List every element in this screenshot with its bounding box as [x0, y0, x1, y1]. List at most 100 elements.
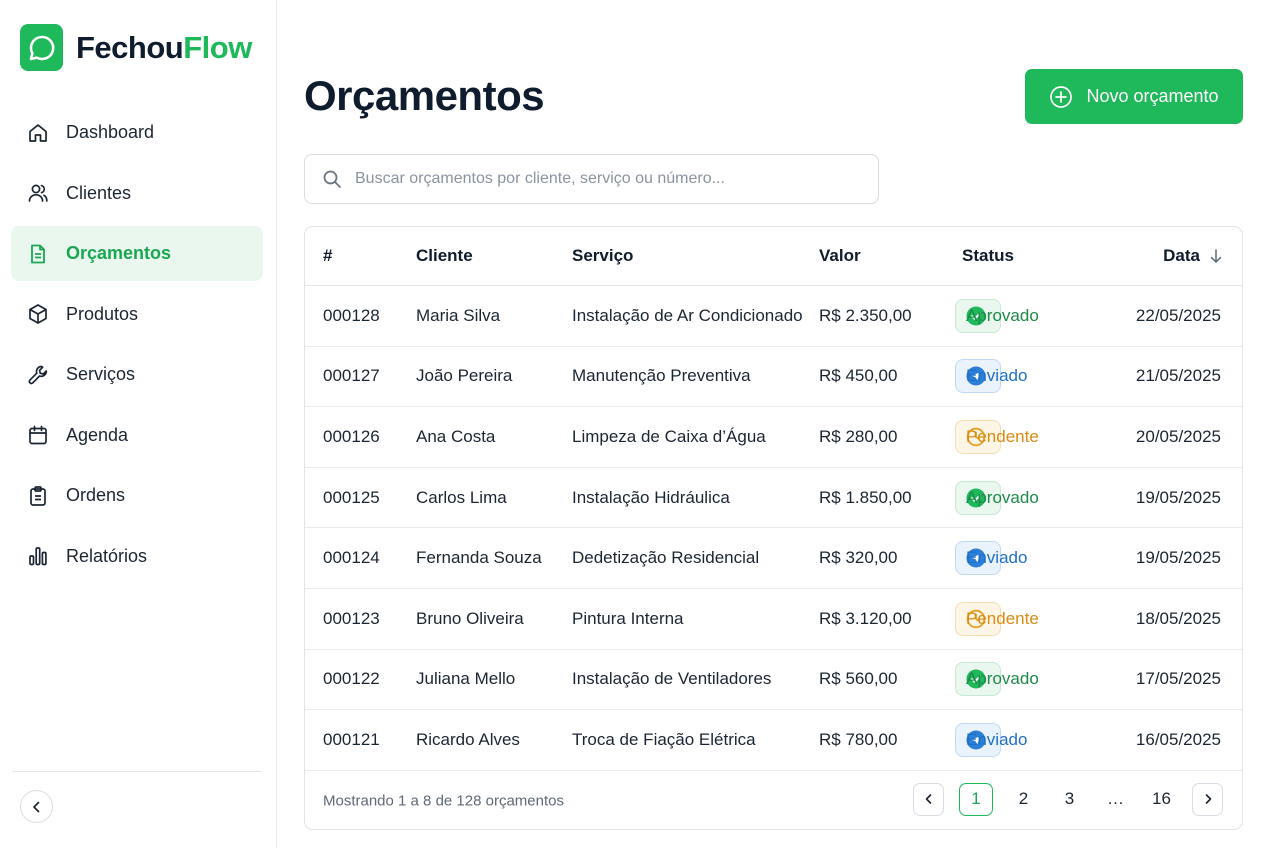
pagination: 1 2 3 … 16 [898, 782, 1223, 816]
sidebar-item-label: Agenda [66, 424, 129, 445]
sidebar-item-label: Serviços [66, 364, 136, 384]
table-row[interactable]: 000126 Ana Costa Limpeza de Caixa d’Água R$… [305, 407, 1242, 468]
bar-chart-icon [25, 543, 51, 569]
cell-number: 000126 [323, 426, 380, 446]
cell-valor: R$ 560,00 [819, 669, 898, 689]
sidebar-item-orcamentos[interactable]: Orçamentos [11, 226, 263, 281]
cell-number: 000121 [323, 729, 380, 749]
cell-valor: R$ 3.120,00 [819, 608, 912, 628]
table-row[interactable]: 000122 Juliana Mello Instalação de Ventila… [305, 650, 1242, 711]
new-quote-button-label: Novo orçamento [1086, 86, 1219, 106]
cell-cliente: Maria Silva [416, 305, 501, 325]
collapse-sidebar-button[interactable] [20, 790, 53, 823]
status-badge: Aprovado [955, 298, 1039, 333]
table-row[interactable]: 000124 Fernanda Souza Dedetização Residenc… [305, 528, 1242, 589]
status-badge-label: Aprovado [966, 487, 1039, 507]
quotes-table: # Cliente Serviço Valor Status Data 0001… [304, 226, 1243, 830]
cell-cliente: Ricardo Alves [416, 729, 520, 749]
cell-cliente: Bruno Oliveira [416, 608, 524, 628]
sidebar-item-ordens[interactable]: Ordens [11, 468, 263, 523]
sidebar-item-clientes[interactable]: Clientes [11, 166, 263, 221]
status-badge: Pendente [955, 601, 1039, 636]
table-header: # Cliente Serviço Valor Status Data [305, 227, 1242, 286]
status-badge-label: Enviado [966, 729, 1028, 749]
table-row[interactable]: 000128 Maria Silva Instalação de Ar Condic… [305, 286, 1242, 347]
clipboard-icon [25, 483, 51, 509]
status-badge: Enviado [955, 359, 1027, 394]
status-badge-label: Enviado [966, 548, 1028, 568]
cell-valor: R$ 280,00 [819, 426, 898, 446]
sidebar-item-label: Produtos [66, 303, 139, 324]
sidebar-item-relatorios[interactable]: Relatórios [11, 529, 263, 584]
status-badge: Enviado [955, 722, 1027, 757]
sidebar-item-agenda[interactable]: Agenda [11, 408, 263, 463]
status-badge: Aprovado [955, 480, 1039, 515]
cell-cliente: Juliana Mello [416, 669, 516, 689]
brand[interactable]: FechouFlow [20, 24, 252, 71]
cell-cliente: Ana Costa [416, 426, 496, 446]
sidebar-item-dashboard[interactable]: Dashboard [11, 105, 263, 160]
search-input[interactable] [355, 170, 855, 188]
cell-valor: R$ 1.850,00 [819, 487, 912, 507]
cell-servico: Pintura Interna [572, 608, 684, 628]
cell-number: 000128 [323, 305, 380, 325]
cell-servico: Instalação Hidráulica [572, 487, 730, 507]
document-icon [25, 241, 51, 267]
cell-servico: Troca de Fiação Elétrica [572, 729, 756, 749]
search-icon [323, 170, 341, 188]
column-header-cliente[interactable]: Cliente [416, 246, 473, 266]
cell-valor: R$ 2.350,00 [819, 305, 912, 325]
cell-servico: Instalação de Ar Condicionado [572, 305, 803, 325]
chevron-right-icon [1205, 794, 1211, 805]
sidebar: FechouFlow Dashboard Clientes Orçamentos… [0, 0, 277, 848]
sidebar-divider [12, 771, 261, 772]
page-ellipsis: … [1107, 789, 1124, 809]
brand-name: FechouFlow [76, 29, 252, 65]
status-badge: Aprovado [955, 662, 1039, 697]
cell-valor: R$ 780,00 [819, 729, 898, 749]
sidebar-nav: Dashboard Clientes Orçamentos Produtos S… [11, 105, 263, 589]
table-row[interactable]: 000123 Bruno Oliveira Pintura Interna R$ 3.… [305, 589, 1242, 650]
column-header-servico[interactable]: Serviço [572, 246, 633, 266]
sidebar-item-label: Ordens [66, 485, 126, 505]
page-title: Orçamentos [304, 72, 545, 119]
users-icon [25, 180, 51, 206]
results-count: Mostrando 1 a 8 de 128 orçamentos [323, 792, 564, 810]
table-row[interactable]: 000125 Carlos Lima Instalação Hidráulica R$… [305, 468, 1242, 529]
status-badge-label: Pendente [966, 426, 1039, 446]
cell-cliente: Fernanda Souza [416, 548, 542, 568]
next-page-button[interactable] [1192, 782, 1223, 816]
cell-cliente: João Pereira [416, 366, 513, 386]
cell-data: 22/05/2025 [1135, 305, 1221, 325]
page-button-3[interactable]: 3 [1054, 783, 1085, 816]
column-header-valor[interactable]: Valor [819, 246, 861, 266]
cell-data: 18/05/2025 [1135, 608, 1221, 628]
status-badge: Enviado [955, 541, 1027, 576]
arrow-down-icon[interactable] [1209, 248, 1223, 264]
page-button-2[interactable]: 2 [1008, 783, 1039, 816]
status-badge-label: Enviado [966, 366, 1028, 386]
new-quote-button[interactable]: Novo orçamento [1025, 69, 1243, 124]
column-header-status[interactable]: Status [962, 246, 1014, 266]
page-button-16[interactable]: 16 [1146, 783, 1177, 816]
table-row[interactable]: 000127 João Pereira Manutenção Preventiva R… [305, 347, 1242, 408]
previous-page-button[interactable] [913, 782, 944, 816]
status-badge: Pendente [955, 419, 1039, 454]
cell-number: 000127 [323, 366, 380, 386]
table-row[interactable]: 000121 Ricardo Alves Troca de Fiação Elétr… [305, 710, 1242, 771]
home-icon [25, 120, 51, 146]
sidebar-item-label: Orçamentos [66, 243, 172, 263]
cell-servico: Instalação de Ventiladores [572, 669, 772, 689]
column-header-number[interactable]: # [323, 246, 332, 266]
status-badge-label: Aprovado [966, 669, 1039, 689]
calendar-icon [25, 422, 51, 448]
sidebar-item-produtos[interactable]: Produtos [11, 287, 263, 342]
column-header-data[interactable]: Data [1163, 246, 1200, 266]
sidebar-item-servicos[interactable]: Serviços [11, 347, 263, 402]
status-badge-label: Pendente [966, 608, 1039, 628]
cell-number: 000122 [323, 669, 380, 689]
chevron-left-icon [32, 801, 39, 812]
table-body: 000128 Maria Silva Instalação de Ar Condic… [305, 286, 1242, 771]
cell-data: 21/05/2025 [1135, 366, 1221, 386]
page-button-1[interactable]: 1 [959, 782, 993, 816]
